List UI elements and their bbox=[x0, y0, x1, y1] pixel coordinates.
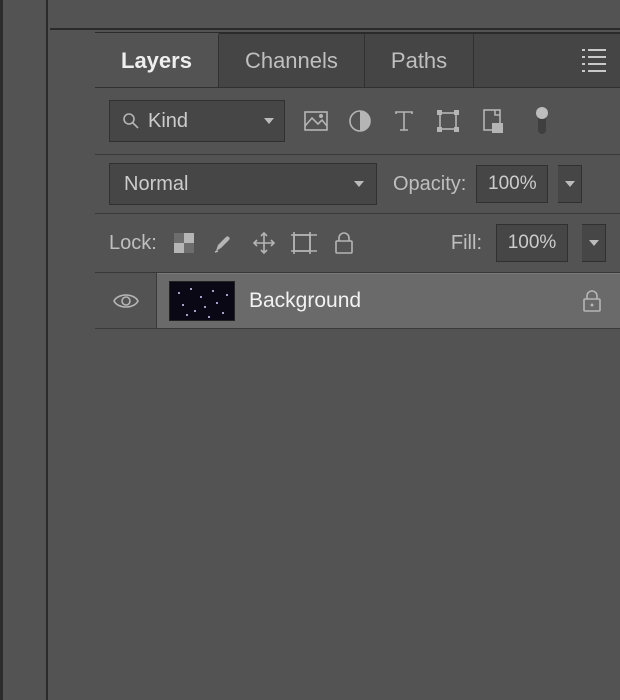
filter-kind-label: Kind bbox=[148, 110, 188, 133]
lock-position-icon[interactable] bbox=[251, 230, 277, 256]
blend-opacity-bar: Normal Opacity: 100% bbox=[95, 155, 620, 214]
lock-all-icon[interactable] bbox=[331, 230, 357, 256]
eye-icon bbox=[112, 291, 140, 311]
dock-strip bbox=[0, 0, 48, 700]
tab-layers[interactable]: Layers bbox=[95, 33, 219, 87]
layer-filter-bar: Kind bbox=[95, 88, 620, 155]
panel-gap bbox=[50, 0, 620, 30]
layer-item[interactable]: Background bbox=[157, 273, 620, 328]
lock-transparency-icon[interactable] bbox=[171, 230, 197, 256]
layer-visibility-toggle[interactable] bbox=[95, 273, 157, 328]
opacity-label: Opacity: bbox=[393, 173, 466, 196]
filter-shape-icon[interactable] bbox=[435, 108, 461, 134]
filter-type-icon[interactable] bbox=[391, 108, 417, 134]
fill-label: Fill: bbox=[451, 232, 482, 255]
panel-tab-bar: Layers Channels Paths bbox=[95, 32, 620, 88]
lock-artboard-icon[interactable] bbox=[291, 230, 317, 256]
tab-channels[interactable]: Channels bbox=[219, 34, 365, 87]
tab-paths[interactable]: Paths bbox=[365, 34, 474, 87]
layer-locked-icon[interactable] bbox=[582, 290, 602, 312]
layers-panel: Layers Channels Paths Kind bbox=[95, 32, 620, 700]
lock-fill-bar: Lock: Fill: 100% bbox=[95, 214, 620, 273]
blend-mode-select[interactable]: Normal bbox=[109, 163, 377, 205]
filter-pixel-icon[interactable] bbox=[303, 108, 329, 134]
filter-kind-select[interactable]: Kind bbox=[109, 100, 285, 142]
filter-adjustment-icon[interactable] bbox=[347, 108, 373, 134]
lock-label: Lock: bbox=[109, 232, 157, 255]
search-icon bbox=[122, 112, 140, 130]
lock-paint-icon[interactable] bbox=[211, 230, 237, 256]
layer-thumbnail bbox=[169, 281, 235, 321]
opacity-dropdown[interactable] bbox=[558, 165, 582, 203]
fill-dropdown[interactable] bbox=[582, 224, 606, 262]
filter-smartobject-icon[interactable] bbox=[479, 108, 505, 134]
opacity-field[interactable]: 100% bbox=[476, 165, 548, 203]
filter-toggle-switch[interactable] bbox=[529, 108, 555, 134]
layer-name: Background bbox=[249, 289, 361, 313]
layer-row[interactable]: Background bbox=[95, 273, 620, 329]
blend-mode-value: Normal bbox=[124, 173, 188, 196]
fill-field[interactable]: 100% bbox=[496, 224, 568, 262]
panel-menu-icon[interactable] bbox=[580, 34, 608, 87]
